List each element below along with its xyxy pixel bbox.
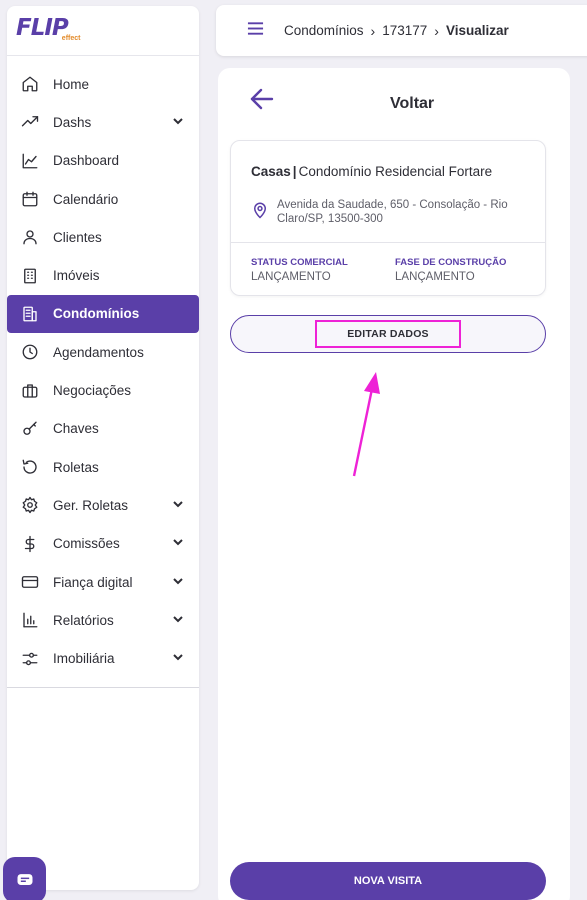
credit-card-icon <box>20 572 40 592</box>
hamburger-icon <box>247 21 264 35</box>
chat-icon <box>17 874 32 885</box>
trending-up-icon <box>20 112 40 132</box>
sidebar-item[interactable]: Calendário <box>7 180 199 218</box>
breadcrumb-current: Visualizar <box>445 23 509 38</box>
sidebar-item-label: Chaves <box>53 421 99 437</box>
status-comercial: STATUS COMERCIAL LANÇAMENTO <box>251 257 348 283</box>
menu-toggle-button[interactable] <box>247 21 264 41</box>
sidebar-item-label: Imobiliária <box>53 651 115 667</box>
chevron-down-icon[interactable] <box>171 535 185 552</box>
briefcase-icon <box>20 381 40 401</box>
sidebar-item[interactable]: Negociações <box>7 371 199 409</box>
breadcrumb: Condomínios › 173177 › Visualizar <box>284 23 509 39</box>
breadcrumb-separator-icon: › <box>434 22 439 39</box>
chat-button[interactable] <box>3 857 46 900</box>
logo-text: FLIP <box>16 15 69 41</box>
condo-name: Condomínio Residencial Fortare <box>298 164 493 179</box>
sidebar-item[interactable]: Ger. Roletas <box>7 486 199 524</box>
title-separator: | <box>292 164 297 179</box>
sidebar-item-label: Comissões <box>53 536 120 552</box>
user-icon <box>20 227 40 247</box>
sidebar-item-label: Clientes <box>53 229 102 245</box>
main-panel: Voltar Casas | Condomínio Residencial Fort… <box>218 68 570 900</box>
sidebar-item-label: Fiança digital <box>53 574 133 590</box>
condo-title: Casas | Condomínio Residencial Fortare <box>251 164 492 179</box>
sidebar-item[interactable]: Dashs <box>7 103 199 141</box>
sidebar-item-label: Home <box>53 76 90 92</box>
sidebar-item-label: Calendário <box>53 191 119 207</box>
chevron-down-icon[interactable] <box>171 497 185 514</box>
top-bar: Condomínios › 173177 › Visualizar <box>216 5 587 56</box>
breadcrumb-item[interactable]: Condomínios <box>284 23 364 38</box>
condo-icon <box>20 304 40 324</box>
sidebar-item[interactable]: Fiança digital <box>7 563 199 601</box>
edit-data-label: EDITAR DADOS <box>315 320 461 348</box>
back-button[interactable] <box>249 86 277 114</box>
sidebar-item[interactable]: Clientes <box>7 218 199 256</box>
edit-data-button[interactable]: EDITAR DADOS <box>230 315 546 353</box>
bar-chart-icon <box>20 610 40 630</box>
fase-construcao: FASE DE CONSTRUÇÃO LANÇAMENTO <box>395 257 506 283</box>
logo-subtext: effect <box>61 35 81 42</box>
annotation-arrow-icon <box>352 372 380 477</box>
sidebar-item[interactable]: Home <box>7 65 199 103</box>
sidebar-item-label: Negociações <box>53 383 132 399</box>
sidebar-item-label: Dashs <box>53 114 92 130</box>
sidebar-item[interactable]: Imobiliária <box>7 639 199 677</box>
sidebar-item[interactable]: Comissões <box>7 525 199 563</box>
sidebar-item[interactable]: Imóveis <box>7 256 199 294</box>
address-text: Avenida da Saudade, 650 - Consolação - R… <box>277 199 508 225</box>
sidebar-item-label: Ger. Roletas <box>53 497 129 513</box>
chevron-down-icon[interactable] <box>171 574 185 591</box>
sidebar-item-label: Condomínios <box>53 306 140 322</box>
phase-label: FASE DE CONSTRUÇÃO <box>395 257 507 268</box>
sidebar-item-label: Imóveis <box>53 268 100 284</box>
sidebar: FLIP effect Home Dashs Dashboard Calendário… <box>3 6 199 900</box>
new-visit-button[interactable]: NOVA VISITA <box>230 862 546 900</box>
condo-address: Avenida da Saudade, 650 - Consolação - R… <box>251 198 531 226</box>
condo-type: Casas <box>251 164 291 179</box>
condo-card: Casas | Condomínio Residencial Fortare Ave… <box>230 140 546 296</box>
breadcrumb-separator-icon: › <box>370 22 376 39</box>
back-title: Voltar <box>390 95 435 112</box>
sidebar-item[interactable]: Condomínios <box>7 294 199 334</box>
arrow-left-icon <box>250 88 274 110</box>
chevron-down-icon[interactable] <box>171 650 185 667</box>
sliders-icon <box>20 649 40 669</box>
phase-value: LANÇAMENTO <box>395 271 475 283</box>
sidebar-item-label: Relatórios <box>53 612 114 628</box>
back-row: Voltar <box>218 86 570 122</box>
key-icon <box>20 419 40 439</box>
rotate-icon <box>20 457 40 477</box>
sidebar-item-label: Agendamentos <box>53 344 144 360</box>
divider <box>231 242 545 243</box>
clock-icon <box>20 342 40 362</box>
sidebar-menu: Home Dashs Dashboard Calendário Clientes Imóv… <box>7 56 199 688</box>
sidebar-item-label: Dashboard <box>53 153 120 169</box>
building-icon <box>20 266 40 286</box>
sidebar-item[interactable]: Dashboard <box>7 142 199 180</box>
calendar-icon <box>20 189 40 209</box>
breadcrumb-item[interactable]: 173177 <box>382 23 427 38</box>
sidebar-item[interactable]: Relatórios <box>7 601 199 639</box>
sidebar-item[interactable]: Chaves <box>7 410 199 448</box>
sidebar-item-label: Roletas <box>53 459 99 475</box>
app-logo[interactable]: FLIP effect <box>7 6 199 56</box>
dollar-icon <box>20 534 40 554</box>
map-pin-icon <box>253 202 267 219</box>
status-label: STATUS COMERCIAL <box>251 257 348 268</box>
sidebar-item[interactable]: Roletas <box>7 448 199 486</box>
home-icon <box>20 74 40 94</box>
chevron-down-icon[interactable] <box>171 612 185 629</box>
gear-icon <box>20 495 40 515</box>
line-chart-icon <box>20 151 40 171</box>
chevron-down-icon[interactable] <box>171 114 185 131</box>
sidebar-item[interactable]: Agendamentos <box>7 333 199 371</box>
status-value: LANÇAMENTO <box>251 271 331 283</box>
